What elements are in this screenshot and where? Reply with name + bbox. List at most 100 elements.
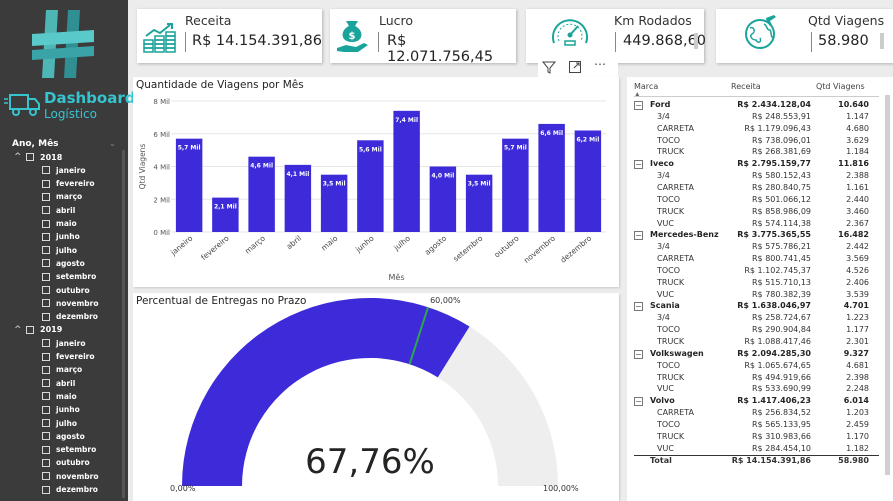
- checkbox[interactable]: [42, 379, 50, 388]
- slicer-month-item[interactable]: março: [42, 364, 82, 376]
- slicer-month-item[interactable]: maio: [42, 218, 77, 230]
- matrix-brand-row[interactable]: − Volkswagen R$ 2.094.285,30 9.327: [627, 349, 893, 361]
- focus-mode-icon[interactable]: [568, 60, 582, 74]
- checkbox[interactable]: [42, 339, 50, 348]
- slicer-month-item[interactable]: maio: [42, 390, 77, 402]
- checkbox[interactable]: [26, 153, 34, 161]
- collapse-minus-icon[interactable]: −: [634, 160, 643, 170]
- collapse-minus-icon[interactable]: −: [634, 231, 643, 241]
- matrix-brand-row[interactable]: − Mercedes-Benz R$ 3.775.365,55 16.482: [627, 230, 893, 242]
- slicer-scrollbar[interactable]: [122, 150, 125, 498]
- checkbox[interactable]: [42, 392, 50, 401]
- slicer-month-item[interactable]: janeiro: [42, 337, 85, 349]
- checkbox[interactable]: [42, 419, 50, 427]
- checkbox[interactable]: [26, 325, 34, 334]
- matrix-sub-row[interactable]: 3/4 R$ 580.152,43 2.388: [627, 171, 893, 183]
- matrix-sub-row[interactable]: TOCO R$ 1.102.745,37 4.526: [627, 266, 893, 278]
- kpi-scrollbar[interactable]: [880, 33, 884, 49]
- matrix-sub-row[interactable]: VUC R$ 574.114,38 2.367: [627, 219, 893, 231]
- chevron-down-icon[interactable]: ⌄: [109, 139, 116, 148]
- checkbox[interactable]: [42, 365, 50, 374]
- checkbox[interactable]: [42, 458, 50, 467]
- matrix-sub-row[interactable]: TOCO R$ 501.066,12 2.440: [627, 195, 893, 207]
- matrix-brand-row[interactable]: − Scania R$ 1.638.046,97 4.701: [627, 301, 893, 313]
- matrix-sub-row[interactable]: TRUCK R$ 858.986,09 3.460: [627, 207, 893, 219]
- checkbox[interactable]: [42, 405, 50, 414]
- matrix-sub-row[interactable]: VUC R$ 780.382,39 3.539: [627, 290, 893, 302]
- kpi-scrollbar[interactable]: [694, 33, 698, 49]
- slicer-month-item[interactable]: dezembro: [42, 311, 98, 323]
- slicer-month-item[interactable]: agosto: [42, 257, 85, 269]
- slicer-month-item[interactable]: março: [42, 191, 82, 203]
- matrix-header-marca[interactable]: Marca: [634, 82, 658, 91]
- checkbox[interactable]: [42, 485, 50, 494]
- matrix-header-qtd[interactable]: Qtd Viagens: [816, 82, 865, 91]
- checkbox[interactable]: [42, 259, 50, 268]
- filter-icon[interactable]: [542, 60, 556, 74]
- checkbox[interactable]: [42, 472, 50, 481]
- checkbox[interactable]: [42, 286, 50, 294]
- slicer-month-item[interactable]: abril: [42, 377, 75, 389]
- matrix-sub-row[interactable]: CARRETA R$ 1.179.096,43 4.680: [627, 124, 893, 136]
- matrix-sub-row[interactable]: TRUCK R$ 268.381,69 1.184: [627, 147, 893, 159]
- matrix-brand-row[interactable]: − Iveco R$ 2.795.159,77 11.816: [627, 159, 893, 171]
- matrix-sub-row[interactable]: TOCO R$ 565.133,95 2.459: [627, 420, 893, 432]
- collapse-minus-icon[interactable]: −: [634, 397, 643, 407]
- checkbox[interactable]: [42, 445, 50, 454]
- slicer-month-item[interactable]: junho: [42, 231, 80, 243]
- matrix-header-receita[interactable]: Receita: [731, 82, 761, 91]
- matrix-sub-row[interactable]: TOCO R$ 290.904,84 1.177: [627, 325, 893, 337]
- slicer-month-item[interactable]: julho: [42, 244, 77, 256]
- checkbox[interactable]: [42, 272, 50, 281]
- checkbox[interactable]: [42, 299, 50, 308]
- slicer-month-item[interactable]: outubro: [42, 457, 90, 469]
- slicer-month-item[interactable]: setembro: [42, 271, 96, 283]
- matrix-sub-row[interactable]: TRUCK R$ 310.983,66 1.170: [627, 432, 893, 444]
- slicer-month-item[interactable]: fevereiro: [42, 178, 95, 190]
- slicer-month-item[interactable]: novembro: [42, 470, 99, 482]
- slicer-month-item[interactable]: novembro: [42, 297, 99, 309]
- slicer-month-item[interactable]: janeiro: [42, 164, 85, 176]
- checkbox[interactable]: [42, 166, 50, 175]
- more-options-icon[interactable]: ⋯: [594, 57, 607, 71]
- checkbox[interactable]: [42, 246, 50, 255]
- matrix-sub-row[interactable]: TRUCK R$ 1.088.417,46 2.301: [627, 337, 893, 349]
- slicer-year-2019[interactable]: ^ 2019: [14, 324, 62, 336]
- slicer-month-item[interactable]: outubro: [42, 284, 90, 296]
- matrix-sub-row[interactable]: CARRETA R$ 800.741,45 3.569: [627, 254, 893, 266]
- matrix-sub-row[interactable]: VUC R$ 533.690,99 2.248: [627, 384, 893, 396]
- slicer-month-item[interactable]: junho: [42, 404, 80, 416]
- matrix-sub-row[interactable]: TOCO R$ 738.096,01 3.629: [627, 136, 893, 148]
- checkbox[interactable]: [42, 432, 50, 441]
- matrix-sub-row[interactable]: TRUCK R$ 494.919,66 2.398: [627, 373, 893, 385]
- collapse-caret-icon[interactable]: ^: [14, 325, 26, 335]
- matrix-scrollbar[interactable]: [885, 95, 890, 475]
- matrix-sub-row[interactable]: TOCO R$ 1.065.674,65 4.681: [627, 361, 893, 373]
- collapse-caret-icon[interactable]: ^: [14, 152, 26, 162]
- slicer-month-item[interactable]: julho: [42, 417, 77, 429]
- checkbox[interactable]: [42, 179, 50, 188]
- matrix-sub-row[interactable]: 3/4 R$ 258.724,67 1.223: [627, 313, 893, 325]
- checkbox[interactable]: [42, 312, 50, 321]
- checkbox[interactable]: [42, 232, 50, 241]
- matrix-total-row[interactable]: Total R$ 14.154.391,86 58.980: [627, 456, 893, 468]
- matrix-brand-row[interactable]: − Ford R$ 2.434.128,04 10.640: [627, 100, 893, 112]
- matrix-sub-row[interactable]: CARRETA R$ 256.834,52 1.203: [627, 408, 893, 420]
- slicer-year-2018[interactable]: ^ 2018: [14, 151, 62, 163]
- slicer-month-item[interactable]: abril: [42, 204, 75, 216]
- collapse-minus-icon[interactable]: −: [634, 349, 643, 359]
- matrix-sub-row[interactable]: TRUCK R$ 515.710,13 2.406: [627, 278, 893, 290]
- matrix-sub-row[interactable]: 3/4 R$ 248.553,91 1.147: [627, 112, 893, 124]
- slicer-month-item[interactable]: setembro: [42, 444, 96, 456]
- collapse-minus-icon[interactable]: −: [634, 101, 643, 110]
- checkbox[interactable]: [42, 192, 50, 201]
- slicer-month-item[interactable]: dezembro: [42, 484, 98, 496]
- checkbox[interactable]: [42, 206, 50, 215]
- slicer-month-item[interactable]: fevereiro: [42, 351, 95, 363]
- matrix-sub-row[interactable]: CARRETA R$ 280.840,75 1.161: [627, 183, 893, 195]
- checkbox[interactable]: [42, 352, 50, 361]
- matrix-sub-row[interactable]: 3/4 R$ 575.786,21 2.442: [627, 242, 893, 254]
- slicer-month-item[interactable]: agosto: [42, 430, 85, 442]
- matrix-brand-row[interactable]: − Volvo R$ 1.417.406,23 6.014: [627, 396, 893, 408]
- checkbox[interactable]: [42, 219, 50, 228]
